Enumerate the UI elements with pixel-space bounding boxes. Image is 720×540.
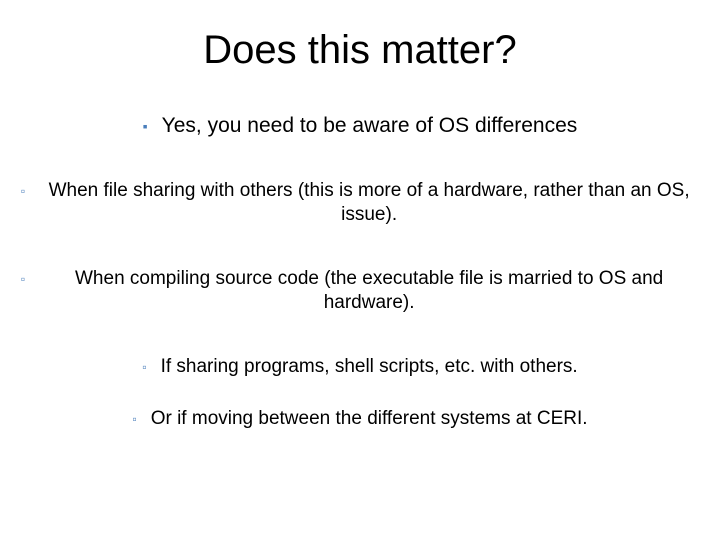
bullet-level2: ▫ When compiling source code (the execut… [20, 267, 700, 315]
bullet-text: Yes, you need to be aware of OS differen… [162, 113, 578, 139]
square-bullet-icon: ▪ [143, 113, 148, 139]
bullet-text: Or if moving between the different syste… [151, 407, 588, 431]
bullet-text: If sharing programs, shell scripts, etc.… [161, 355, 578, 379]
hollow-square-bullet-icon: ▫ [21, 267, 25, 291]
hollow-square-bullet-icon: ▫ [21, 179, 25, 203]
bullet-level2: ▫ When file sharing with others (this is… [20, 179, 700, 227]
bullet-level2: ▫ If sharing programs, shell scripts, et… [20, 355, 700, 379]
bullet-text: When file sharing with others (this is m… [39, 179, 699, 227]
bullet-level1: ▪ Yes, you need to be aware of OS differ… [20, 113, 700, 139]
bullet-level2: ▫ Or if moving between the different sys… [20, 407, 700, 431]
slide-title: Does this matter? [20, 28, 700, 73]
hollow-square-bullet-icon: ▫ [142, 355, 146, 379]
slide: Does this matter? ▪ Yes, you need to be … [0, 0, 720, 540]
hollow-square-bullet-icon: ▫ [132, 407, 136, 431]
bullet-text: When compiling source code (the executab… [39, 267, 699, 315]
